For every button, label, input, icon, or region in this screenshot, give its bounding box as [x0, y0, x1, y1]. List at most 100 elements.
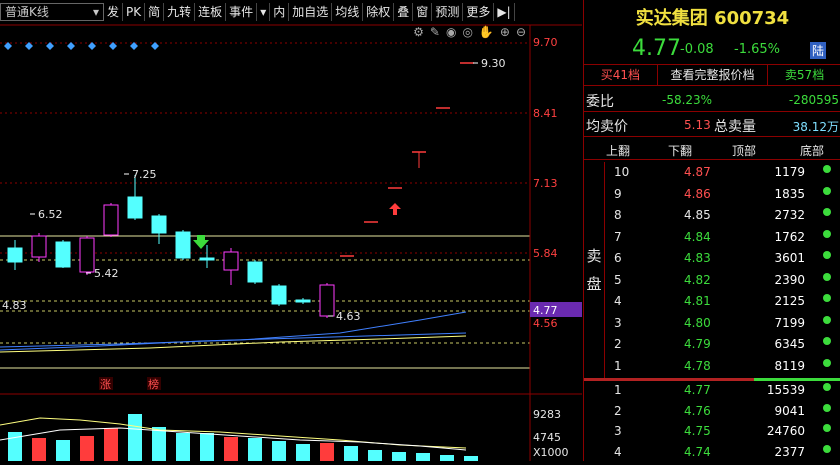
eye-icon[interactable]: ◉	[446, 25, 456, 39]
toolbar-button[interactable]: 均线	[332, 3, 364, 21]
volume-bar	[128, 414, 142, 461]
avg-sell-label: 均卖价	[586, 119, 628, 135]
circle-icon[interactable]: ◎	[462, 25, 472, 39]
volume-bar	[392, 452, 406, 461]
volume-bar	[320, 443, 334, 461]
toolbar-button[interactable]: 连板	[195, 3, 227, 21]
status-dot-icon	[823, 229, 831, 238]
candle-body	[223, 251, 239, 271]
candle-body	[271, 285, 287, 305]
candle-body	[175, 231, 191, 259]
toolbar-buttons: 发 PK 简九转 连板 事件 ▾ 内加自选 均线 除权叠窗预测 更多	[104, 3, 495, 21]
book-row[interactable]: 1 4.77 15539	[584, 381, 840, 399]
book-level: 6	[614, 251, 622, 265]
book-row[interactable]: 3 4.75 24760	[584, 422, 840, 440]
page-down-button[interactable]: 下翻	[668, 142, 692, 159]
book-row[interactable]: 2 4.76 9041	[584, 402, 840, 420]
candle-body	[319, 284, 335, 317]
book-level: 8	[614, 208, 622, 222]
book-row[interactable]: 10 4.87 1179	[584, 163, 840, 181]
status-dot-icon	[823, 358, 831, 367]
chart-type-select[interactable]: 普通K线 ▾	[0, 3, 104, 21]
toolbar-button[interactable]: 除权	[363, 3, 395, 21]
book-volume: 2125	[774, 294, 805, 308]
book-volume: 6345	[774, 337, 805, 351]
price-annotation: 4.83	[2, 299, 27, 312]
chevron-down-icon[interactable]: ▾	[257, 3, 271, 21]
quote-panel: 实达集团 600734 4.77 -0.08 -1.65% 陆 买41档 查看完…	[583, 0, 840, 461]
book-row[interactable]: 4 4.81 2125	[584, 292, 840, 310]
total-sell-value: 38.12万	[792, 120, 839, 134]
volume-bar	[440, 455, 454, 461]
toolbar-button[interactable]: 加自选	[289, 3, 333, 21]
book-row[interactable]: 8 4.85 2732	[584, 206, 840, 224]
book-price: 4.76	[684, 403, 711, 418]
book-row[interactable]: 4 4.74 2377	[584, 443, 840, 461]
book-row[interactable]: 6 4.83 3601	[584, 249, 840, 267]
hand-icon[interactable]: ✋	[479, 25, 494, 39]
price-annotation: 7.25	[132, 168, 157, 181]
book-row[interactable]: 5 4.82 2390	[584, 271, 840, 289]
kline-chart-area[interactable]: 9.70 8.41 7.13 5.84 4.56 4.77 6.52 7.25 5.42 4.83…	[0, 0, 582, 461]
status-dot-icon	[823, 403, 831, 412]
top-button[interactable]: 顶部	[732, 142, 756, 159]
book-row[interactable]: 2 4.79 6345	[584, 335, 840, 353]
toolbar-button[interactable]: 更多	[463, 3, 495, 21]
book-price: 4.80	[684, 315, 711, 330]
volume-bar	[224, 437, 238, 461]
pen-icon[interactable]: ✎	[430, 25, 440, 39]
ma-line	[0, 332, 467, 351]
candle-body	[31, 235, 47, 258]
kline-chart[interactable]: 9.70 8.41 7.13 5.84 4.564.77 6.52 7.25 5.42 4.83…	[0, 0, 582, 461]
volume-bar	[80, 436, 94, 461]
current-price-label: 4.77	[533, 304, 558, 317]
up-arrow-icon	[389, 203, 401, 215]
volume-unit-label: X1000	[533, 446, 569, 459]
book-price: 4.82	[684, 272, 711, 287]
candle-body	[7, 247, 23, 263]
toolbar-button[interactable]: 内	[270, 3, 290, 21]
market-badge: 陆	[810, 42, 827, 59]
tab-buy-levels[interactable]: 买41档	[584, 65, 658, 85]
volume-bar	[104, 428, 118, 461]
toolbar-button[interactable]: 九转	[164, 3, 196, 21]
toolbar-button[interactable]: PK	[123, 3, 146, 21]
bottom-button[interactable]: 底部	[800, 142, 824, 159]
settings-icon[interactable]: ⚙	[413, 25, 424, 39]
book-level: 4	[614, 294, 622, 308]
volume-bar	[464, 456, 478, 461]
weibi-row: 委比 -58.23% -280595	[584, 88, 840, 112]
book-row[interactable]: 3 4.80 7199	[584, 314, 840, 332]
stock-name: 实达集团	[635, 8, 708, 29]
zoom-in-icon[interactable]: ⊕	[500, 25, 510, 39]
toolbar-button[interactable]: 事件	[226, 3, 258, 21]
stock-code: 600734	[714, 8, 790, 29]
book-row[interactable]: 7 4.84 1762	[584, 228, 840, 246]
toolbar-button[interactable]: 简	[145, 3, 165, 21]
tab-sell-levels[interactable]: 卖57档	[768, 65, 840, 85]
book-level: 3	[614, 315, 622, 330]
book-row[interactable]: 1 4.78 8119	[584, 357, 840, 375]
candle-body	[247, 261, 263, 283]
book-volume: 24760	[766, 424, 805, 438]
toolbar-button[interactable]: 窗	[413, 3, 433, 21]
book-row[interactable]: 9 4.86 1835	[584, 185, 840, 203]
toolbar-button[interactable]: 叠	[394, 3, 414, 21]
book-level: 5	[614, 272, 622, 287]
book-level: 4	[614, 444, 622, 459]
zoom-out-icon[interactable]: ⊖	[516, 25, 526, 39]
candle-body	[127, 196, 143, 219]
book-volume: 1762	[774, 229, 805, 244]
status-dot-icon	[823, 424, 831, 432]
limit-up-mark: 涨	[100, 378, 111, 391]
price-axis-label: 9.70	[533, 36, 558, 49]
page-up-button[interactable]: 上翻	[606, 142, 630, 159]
book-price: 4.84	[684, 229, 711, 244]
chart-tools: ⚙ ✎ ◉ ◎ ✋ ⊕ ⊖	[413, 25, 526, 39]
status-dot-icon	[823, 272, 831, 281]
toolbar-button[interactable]: 发	[104, 3, 124, 21]
toolbar-button[interactable]: 预测	[432, 3, 464, 21]
tab-full-quote[interactable]: 查看完整报价档	[658, 65, 769, 85]
stock-title: 实达集团 600734	[584, 4, 840, 30]
toolbar-arrow-button[interactable]: ▶|	[494, 3, 515, 21]
